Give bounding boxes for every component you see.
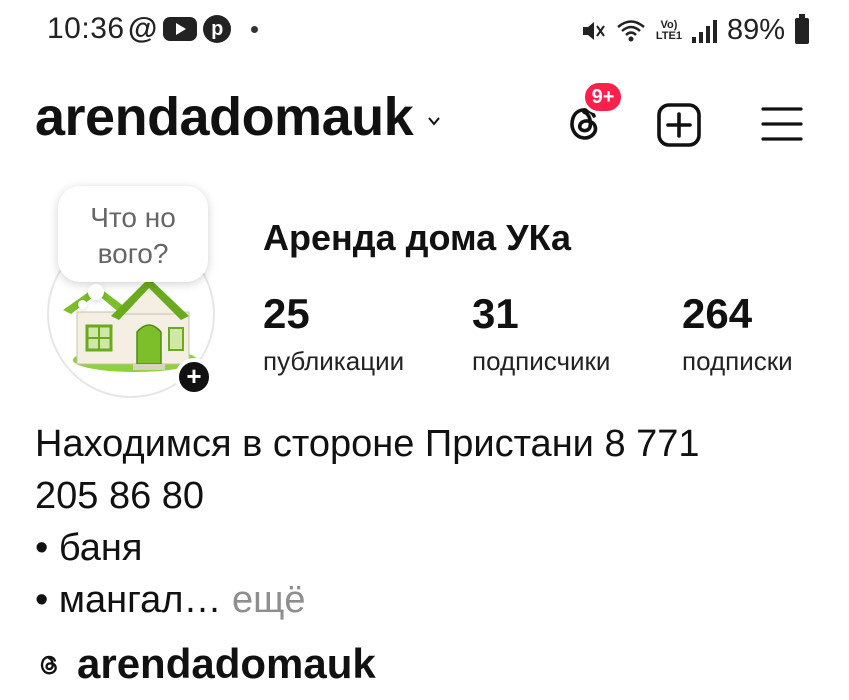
bio-line-4-text: • мангал… (35, 579, 222, 621)
status-time: 10:36 (47, 12, 125, 45)
account-switcher[interactable]: arendadomauk (35, 86, 441, 148)
stat-posts-count: 25 (263, 290, 310, 337)
bio: Находимся в стороне Пристани 8 771 205 8… (35, 418, 825, 626)
stat-followers[interactable]: 31 подписчики (472, 290, 610, 377)
system-icons: Vo) LTE1 89% (580, 13, 809, 47)
stat-following[interactable]: 264 подписки (682, 290, 793, 377)
username-title[interactable]: arendadomauk (35, 86, 414, 148)
wifi-icon (617, 19, 645, 41)
display-name: Аренда дома УКа (263, 217, 572, 258)
menu-icon[interactable] (760, 104, 804, 144)
note-bubble-tail-small (78, 300, 87, 309)
note-text-line-1: Что но (90, 202, 176, 233)
status-bar: 10:36 @ p Vo) LTE1 89% (0, 0, 849, 66)
bio-line-2: 205 86 80 (35, 475, 205, 517)
mute-icon (582, 21, 605, 40)
lte-indicator: Vo) LTE1 (655, 18, 682, 42)
chevron-down-icon[interactable] (427, 114, 441, 128)
stat-following-count: 264 (682, 290, 753, 337)
youtube-icon (163, 17, 198, 41)
add-story-icon[interactable]: + (175, 358, 213, 396)
stat-followers-label: подписчики (472, 346, 611, 376)
note-bubble[interactable]: Что но вого? (58, 186, 208, 282)
stat-posts[interactable]: 25 публикации (263, 290, 404, 377)
profile-header: arendadomauk 9+ (0, 80, 849, 170)
note-text-line-2: вого? (97, 238, 169, 269)
at-icon: @ (128, 12, 158, 45)
pinterest-icon: p (203, 15, 232, 43)
stat-following-label: подписки (682, 346, 793, 376)
threads-icon (40, 655, 57, 675)
battery-icon (795, 13, 809, 44)
threads-notification-badge: 9+ (582, 80, 624, 114)
bio-line-1: Находимся в стороне Пристани 8 771 (35, 423, 700, 465)
more-notifications-dot-icon (251, 25, 259, 33)
notification-icons: @ p (128, 12, 259, 45)
bio-line-3: • баня (35, 527, 143, 569)
stat-posts-label: публикации (263, 346, 405, 376)
bio-more-link[interactable]: ещё (232, 579, 306, 621)
battery-percent: 89% (726, 14, 785, 46)
stat-followers-count: 31 (472, 290, 519, 337)
threads-link-username[interactable]: arendadomauk (77, 640, 376, 688)
create-post-icon[interactable] (656, 102, 702, 148)
note-bubble-tail (88, 284, 104, 300)
threads-profile-link[interactable]: arendadomauk (35, 640, 376, 688)
bio-line-4: • мангал… ещё (35, 574, 825, 626)
signal-icon (691, 19, 717, 43)
